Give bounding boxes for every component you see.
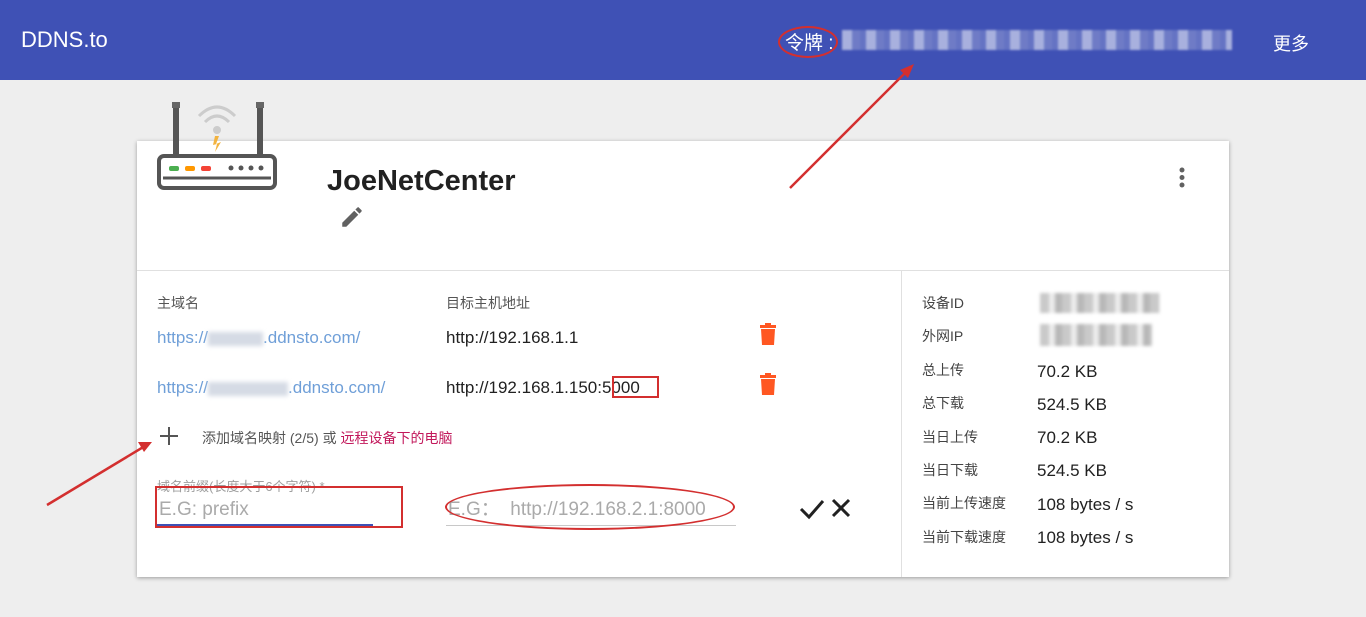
stat-label: 总上传 bbox=[922, 362, 964, 378]
annotation-box bbox=[612, 376, 659, 398]
delete-icon[interactable] bbox=[759, 373, 777, 395]
stat-label: 当前上传速度 bbox=[922, 495, 1006, 511]
column-header-target: 目标主机地址 bbox=[446, 295, 530, 311]
add-mapping-text: 添加域名映射 (2/5) 或 远程设备下的电脑 bbox=[202, 430, 453, 446]
stat-label: 当日下载 bbox=[922, 462, 978, 478]
router-icon bbox=[157, 102, 277, 190]
stat-value: 108 bytes / s bbox=[1037, 528, 1134, 547]
stat-value: 108 bytes / s bbox=[1037, 495, 1134, 514]
more-vert-icon[interactable] bbox=[1172, 165, 1192, 191]
column-header-domain: 主域名 bbox=[157, 295, 199, 311]
edit-icon[interactable] bbox=[339, 204, 365, 230]
remote-computer-link[interactable]: 远程设备下的电脑 bbox=[340, 430, 452, 446]
app-title[interactable]: DDNS.to bbox=[21, 27, 108, 53]
stat-label: 总下载 bbox=[922, 395, 964, 411]
annotation-box bbox=[155, 486, 403, 528]
card-divider bbox=[137, 270, 1229, 271]
close-icon[interactable] bbox=[831, 498, 851, 518]
annotation-ellipse bbox=[778, 26, 838, 58]
stat-value: 70.2 KB bbox=[1037, 428, 1098, 447]
domain-link[interactable]: https://.ddnsto.com/ bbox=[157, 378, 385, 398]
stat-label-public-ip: 外网IP bbox=[922, 328, 964, 344]
more-menu-button[interactable]: 更多 bbox=[1273, 30, 1309, 56]
app-bar: DDNS.to 令牌 : 更多 bbox=[0, 0, 1366, 80]
target-host: http://192.168.1.150:5000 bbox=[446, 378, 640, 397]
stat-label-device-id: 设备ID bbox=[922, 295, 964, 311]
token-value-redacted bbox=[842, 30, 1232, 50]
device-name: JoeNetCenter bbox=[327, 165, 516, 197]
domain-link[interactable]: https://.ddnsto.com/ bbox=[157, 328, 360, 348]
annotation-ellipse bbox=[445, 484, 735, 530]
stat-value-device-id-redacted bbox=[1040, 293, 1160, 313]
delete-icon[interactable] bbox=[759, 323, 777, 345]
check-icon[interactable] bbox=[799, 498, 825, 520]
stat-value: 524.5 KB bbox=[1037, 395, 1107, 414]
target-host: http://192.168.1.1 bbox=[446, 328, 579, 347]
stat-value: 70.2 KB bbox=[1037, 362, 1098, 381]
stat-label: 当日上传 bbox=[922, 429, 978, 445]
stat-value: 524.5 KB bbox=[1037, 461, 1107, 480]
stat-value-public-ip-redacted bbox=[1040, 324, 1152, 346]
stats-divider bbox=[901, 271, 902, 577]
add-icon[interactable] bbox=[158, 425, 180, 447]
stat-label: 当前下载速度 bbox=[922, 529, 1006, 545]
